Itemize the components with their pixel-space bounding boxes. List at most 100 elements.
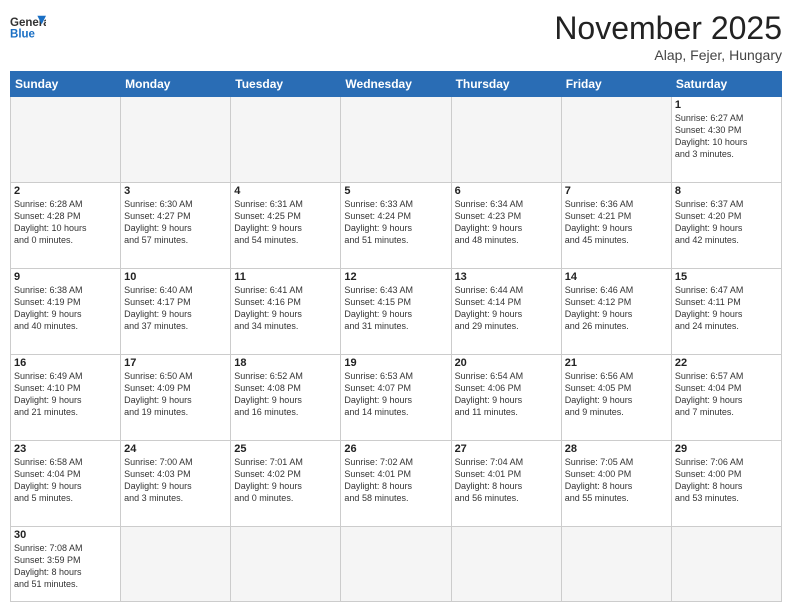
week-row-2: 9Sunrise: 6:38 AMSunset: 4:19 PMDaylight… <box>11 268 782 354</box>
calendar-cell: 30Sunrise: 7:08 AMSunset: 3:59 PMDayligh… <box>11 526 121 601</box>
calendar-cell: 9Sunrise: 6:38 AMSunset: 4:19 PMDaylight… <box>11 268 121 354</box>
day-info: Sunrise: 6:37 AMSunset: 4:20 PMDaylight:… <box>675 198 778 247</box>
calendar-cell: 11Sunrise: 6:41 AMSunset: 4:16 PMDayligh… <box>231 268 341 354</box>
logo-icon: General Blue <box>10 10 46 46</box>
calendar-cell: 3Sunrise: 6:30 AMSunset: 4:27 PMDaylight… <box>121 182 231 268</box>
calendar-cell: 24Sunrise: 7:00 AMSunset: 4:03 PMDayligh… <box>121 440 231 526</box>
calendar-cell: 19Sunrise: 6:53 AMSunset: 4:07 PMDayligh… <box>341 354 451 440</box>
calendar-cell: 26Sunrise: 7:02 AMSunset: 4:01 PMDayligh… <box>341 440 451 526</box>
day-number: 28 <box>565 443 668 455</box>
calendar-cell: 15Sunrise: 6:47 AMSunset: 4:11 PMDayligh… <box>671 268 781 354</box>
calendar-cell <box>231 97 341 183</box>
day-info: Sunrise: 6:43 AMSunset: 4:15 PMDaylight:… <box>344 284 447 333</box>
week-row-4: 23Sunrise: 6:58 AMSunset: 4:04 PMDayligh… <box>11 440 782 526</box>
day-info: Sunrise: 6:36 AMSunset: 4:21 PMDaylight:… <box>565 198 668 247</box>
day-number: 19 <box>344 357 447 369</box>
calendar-cell: 28Sunrise: 7:05 AMSunset: 4:00 PMDayligh… <box>561 440 671 526</box>
day-info: Sunrise: 6:56 AMSunset: 4:05 PMDaylight:… <box>565 370 668 419</box>
day-info: Sunrise: 6:52 AMSunset: 4:08 PMDaylight:… <box>234 370 337 419</box>
weekday-header-thursday: Thursday <box>451 72 561 97</box>
day-info: Sunrise: 6:53 AMSunset: 4:07 PMDaylight:… <box>344 370 447 419</box>
day-number: 17 <box>124 357 227 369</box>
week-row-3: 16Sunrise: 6:49 AMSunset: 4:10 PMDayligh… <box>11 354 782 440</box>
calendar-cell: 8Sunrise: 6:37 AMSunset: 4:20 PMDaylight… <box>671 182 781 268</box>
calendar-cell: 20Sunrise: 6:54 AMSunset: 4:06 PMDayligh… <box>451 354 561 440</box>
calendar-cell <box>561 97 671 183</box>
day-number: 23 <box>14 443 117 455</box>
logo: General Blue <box>10 10 46 46</box>
day-number: 16 <box>14 357 117 369</box>
day-number: 21 <box>565 357 668 369</box>
day-info: Sunrise: 7:05 AMSunset: 4:00 PMDaylight:… <box>565 456 668 505</box>
day-info: Sunrise: 6:31 AMSunset: 4:25 PMDaylight:… <box>234 198 337 247</box>
day-number: 20 <box>455 357 558 369</box>
day-number: 14 <box>565 271 668 283</box>
calendar-cell: 14Sunrise: 6:46 AMSunset: 4:12 PMDayligh… <box>561 268 671 354</box>
day-info: Sunrise: 6:58 AMSunset: 4:04 PMDaylight:… <box>14 456 117 505</box>
day-info: Sunrise: 6:49 AMSunset: 4:10 PMDaylight:… <box>14 370 117 419</box>
month-title: November 2025 <box>554 10 782 47</box>
day-number: 5 <box>344 185 447 197</box>
calendar-cell: 6Sunrise: 6:34 AMSunset: 4:23 PMDaylight… <box>451 182 561 268</box>
day-number: 15 <box>675 271 778 283</box>
day-info: Sunrise: 6:46 AMSunset: 4:12 PMDaylight:… <box>565 284 668 333</box>
calendar-cell <box>11 97 121 183</box>
calendar-body: 1Sunrise: 6:27 AMSunset: 4:30 PMDaylight… <box>11 97 782 602</box>
calendar-cell: 2Sunrise: 6:28 AMSunset: 4:28 PMDaylight… <box>11 182 121 268</box>
day-info: Sunrise: 6:54 AMSunset: 4:06 PMDaylight:… <box>455 370 558 419</box>
day-number: 27 <box>455 443 558 455</box>
day-info: Sunrise: 7:08 AMSunset: 3:59 PMDaylight:… <box>14 542 117 591</box>
week-row-5: 30Sunrise: 7:08 AMSunset: 3:59 PMDayligh… <box>11 526 782 601</box>
day-number: 10 <box>124 271 227 283</box>
day-info: Sunrise: 6:47 AMSunset: 4:11 PMDaylight:… <box>675 284 778 333</box>
page: General Blue November 2025 Alap, Fejer, … <box>0 0 792 612</box>
day-number: 2 <box>14 185 117 197</box>
header: General Blue November 2025 Alap, Fejer, … <box>10 10 782 63</box>
calendar-cell: 17Sunrise: 6:50 AMSunset: 4:09 PMDayligh… <box>121 354 231 440</box>
day-info: Sunrise: 7:00 AMSunset: 4:03 PMDaylight:… <box>124 456 227 505</box>
day-number: 7 <box>565 185 668 197</box>
day-number: 29 <box>675 443 778 455</box>
calendar-cell: 5Sunrise: 6:33 AMSunset: 4:24 PMDaylight… <box>341 182 451 268</box>
day-info: Sunrise: 6:40 AMSunset: 4:17 PMDaylight:… <box>124 284 227 333</box>
day-info: Sunrise: 7:01 AMSunset: 4:02 PMDaylight:… <box>234 456 337 505</box>
calendar-cell <box>451 526 561 601</box>
day-info: Sunrise: 6:30 AMSunset: 4:27 PMDaylight:… <box>124 198 227 247</box>
day-number: 30 <box>14 529 117 541</box>
calendar-cell <box>231 526 341 601</box>
calendar-cell: 16Sunrise: 6:49 AMSunset: 4:10 PMDayligh… <box>11 354 121 440</box>
calendar-cell: 21Sunrise: 6:56 AMSunset: 4:05 PMDayligh… <box>561 354 671 440</box>
weekday-header-wednesday: Wednesday <box>341 72 451 97</box>
calendar-cell: 1Sunrise: 6:27 AMSunset: 4:30 PMDaylight… <box>671 97 781 183</box>
calendar-cell <box>121 97 231 183</box>
weekday-header-sunday: Sunday <box>11 72 121 97</box>
calendar-cell: 18Sunrise: 6:52 AMSunset: 4:08 PMDayligh… <box>231 354 341 440</box>
weekday-header-tuesday: Tuesday <box>231 72 341 97</box>
calendar: SundayMondayTuesdayWednesdayThursdayFrid… <box>10 71 782 602</box>
day-number: 12 <box>344 271 447 283</box>
day-number: 18 <box>234 357 337 369</box>
calendar-cell: 13Sunrise: 6:44 AMSunset: 4:14 PMDayligh… <box>451 268 561 354</box>
calendar-cell: 12Sunrise: 6:43 AMSunset: 4:15 PMDayligh… <box>341 268 451 354</box>
day-number: 25 <box>234 443 337 455</box>
day-info: Sunrise: 6:41 AMSunset: 4:16 PMDaylight:… <box>234 284 337 333</box>
week-row-0: 1Sunrise: 6:27 AMSunset: 4:30 PMDaylight… <box>11 97 782 183</box>
calendar-cell <box>561 526 671 601</box>
day-info: Sunrise: 7:02 AMSunset: 4:01 PMDaylight:… <box>344 456 447 505</box>
day-info: Sunrise: 7:04 AMSunset: 4:01 PMDaylight:… <box>455 456 558 505</box>
day-number: 11 <box>234 271 337 283</box>
calendar-cell: 22Sunrise: 6:57 AMSunset: 4:04 PMDayligh… <box>671 354 781 440</box>
day-number: 4 <box>234 185 337 197</box>
weekday-header-monday: Monday <box>121 72 231 97</box>
day-info: Sunrise: 6:50 AMSunset: 4:09 PMDaylight:… <box>124 370 227 419</box>
calendar-cell <box>671 526 781 601</box>
week-row-1: 2Sunrise: 6:28 AMSunset: 4:28 PMDaylight… <box>11 182 782 268</box>
day-number: 8 <box>675 185 778 197</box>
weekday-header-saturday: Saturday <box>671 72 781 97</box>
day-number: 26 <box>344 443 447 455</box>
location: Alap, Fejer, Hungary <box>554 47 782 63</box>
day-number: 6 <box>455 185 558 197</box>
calendar-cell: 23Sunrise: 6:58 AMSunset: 4:04 PMDayligh… <box>11 440 121 526</box>
calendar-cell: 7Sunrise: 6:36 AMSunset: 4:21 PMDaylight… <box>561 182 671 268</box>
day-info: Sunrise: 6:44 AMSunset: 4:14 PMDaylight:… <box>455 284 558 333</box>
